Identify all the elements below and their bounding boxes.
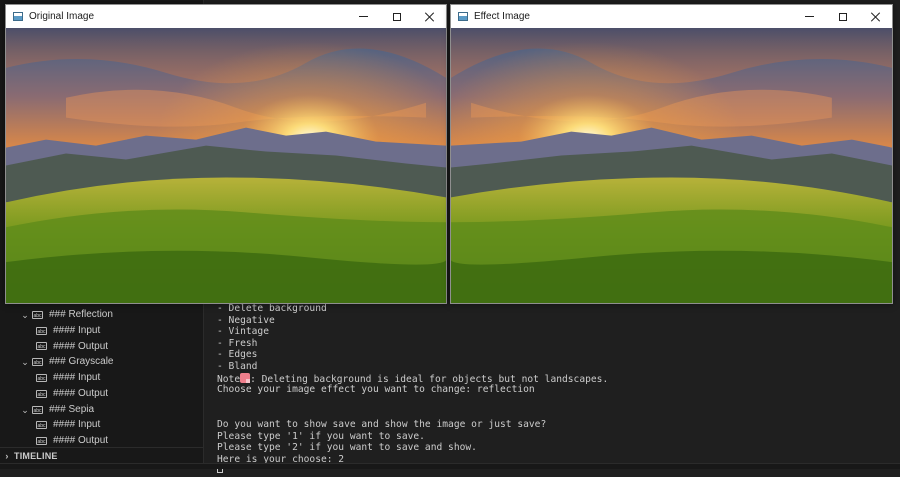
outline-subheading-item[interactable]: abc #### Input — [0, 370, 203, 386]
markdown-symbol-icon: abc — [36, 421, 47, 430]
terminal-cursor — [217, 468, 223, 474]
outline-heading-item[interactable]: ⌄ abc ### Sepia — [0, 402, 203, 418]
outline-list: ⌄ abc ### Reflection abc #### Input abc #### O… — [0, 307, 203, 449]
terminal-output: - Delete background - Negative - Vintage - … — [217, 303, 608, 477]
close-icon — [425, 12, 435, 22]
timeline-label: TIMELINE — [14, 451, 58, 461]
terminal-line: Please type '2' if you want to save and … — [217, 442, 608, 454]
terminal-line-text: Note — [217, 373, 241, 385]
chevron-right-icon: › — [5, 451, 9, 461]
close-button[interactable] — [413, 5, 446, 28]
outline-item-label: ### Reflection — [49, 308, 113, 320]
outline-subheading-item[interactable]: abc #### Output — [0, 386, 203, 402]
outline-item-label: ### Grayscale — [49, 356, 114, 368]
minimize-button[interactable] — [347, 5, 380, 28]
terminal-line: - Fresh — [217, 338, 608, 350]
outline-heading-item[interactable]: ⌄ abc ### Grayscale — [0, 354, 203, 370]
markdown-symbol-icon: abc — [36, 437, 47, 446]
window-titlebar[interactable]: Effect Image — [451, 5, 892, 28]
terminal-line-text: - Delete background — [217, 303, 327, 314]
terminal-line-text: - Edges — [217, 349, 258, 361]
markdown-symbol-icon: abc — [32, 405, 43, 414]
close-icon — [871, 12, 881, 22]
outline-subheading-item[interactable]: abc #### Input — [0, 323, 203, 339]
minimize-icon — [805, 16, 814, 17]
terminal-line-text: - Bland — [217, 360, 258, 372]
terminal-note-text: : Deleting background is ideal for objec… — [250, 373, 609, 385]
memo-emoji-icon — [240, 372, 251, 383]
window-title: Effect Image — [474, 11, 530, 22]
terminal-line: - Bland — [217, 361, 608, 373]
maximize-icon — [838, 12, 847, 21]
outline-subheading-item[interactable]: abc #### Output — [0, 339, 203, 355]
outline-item-label: #### Input — [53, 419, 101, 431]
minimize-icon — [359, 16, 368, 17]
markdown-symbol-icon: abc — [36, 342, 47, 351]
window-titlebar[interactable]: Original Image — [6, 5, 446, 28]
close-button[interactable] — [859, 5, 892, 28]
terminal-line: - Vintage — [217, 326, 608, 338]
outline-heading-item[interactable]: ⌄ abc ### Reflection — [0, 307, 203, 323]
maximize-button[interactable] — [826, 5, 859, 28]
terminal-line: - Edges — [217, 349, 608, 361]
chevron-down-icon[interactable]: ⌄ — [20, 402, 30, 418]
original-image-canvas — [6, 28, 446, 303]
original-image-window[interactable]: Original Image — [5, 4, 447, 304]
app-window-icon — [13, 12, 23, 21]
landscape-image — [6, 28, 446, 303]
markdown-symbol-icon: abc — [36, 389, 47, 398]
markdown-symbol-icon: abc — [36, 326, 47, 335]
terminal-panel[interactable]: - Delete background - Negative - Vintage - … — [204, 300, 900, 474]
outline-item-label: #### Output — [53, 340, 109, 352]
maximize-button[interactable] — [380, 5, 413, 28]
effect-image-window[interactable]: Effect Image — [450, 4, 893, 304]
outline-subheading-item[interactable]: abc #### Input — [0, 418, 203, 434]
terminal-line: - Negative — [217, 315, 608, 327]
markdown-symbol-icon: abc — [36, 374, 47, 383]
timeline-header[interactable]: › TIMELINE — [0, 447, 203, 464]
app-window-icon — [458, 12, 468, 21]
markdown-symbol-icon: abc — [32, 358, 43, 367]
window-controls — [793, 5, 892, 28]
outline-item-label: #### Output — [53, 387, 109, 399]
minimize-button[interactable] — [793, 5, 826, 28]
chevron-down-icon[interactable]: ⌄ — [20, 307, 30, 323]
reflected-landscape-image — [451, 28, 892, 303]
status-bar — [0, 463, 900, 469]
terminal-line-text: Choose your image effect you want to cha… — [217, 384, 535, 396]
terminal-line: - Delete background — [217, 303, 608, 315]
terminal-line-text: - Fresh — [217, 337, 258, 349]
maximize-icon — [392, 12, 401, 21]
window-title: Original Image — [29, 11, 95, 22]
window-controls — [347, 5, 446, 28]
terminal-line: Do you want to show save and show the im… — [217, 419, 608, 431]
outline-item-label: ### Sepia — [49, 403, 95, 415]
markdown-symbol-icon: abc — [32, 310, 43, 319]
terminal-line-text: - Vintage — [217, 326, 269, 338]
terminal-line: Choose your image effect you want to cha… — [217, 384, 608, 396]
outline-item-label: #### Input — [53, 372, 101, 384]
chevron-down-icon[interactable]: ⌄ — [20, 354, 30, 370]
outline-item-label: #### Input — [53, 324, 101, 336]
terminal-line-text: Do you want to show save and show the im… — [217, 418, 547, 430]
terminal-line: Please type '1' if you want to save. — [217, 431, 608, 443]
terminal-line-text: Please type '1' if you want to save. — [217, 430, 425, 442]
terminal-line-text: Please type '2' if you want to save and … — [217, 442, 477, 454]
effect-image-canvas — [451, 28, 892, 303]
terminal-line-text: - Negative — [217, 314, 275, 326]
terminal-line: Note : Deleting background is ideal for o… — [217, 372, 609, 385]
